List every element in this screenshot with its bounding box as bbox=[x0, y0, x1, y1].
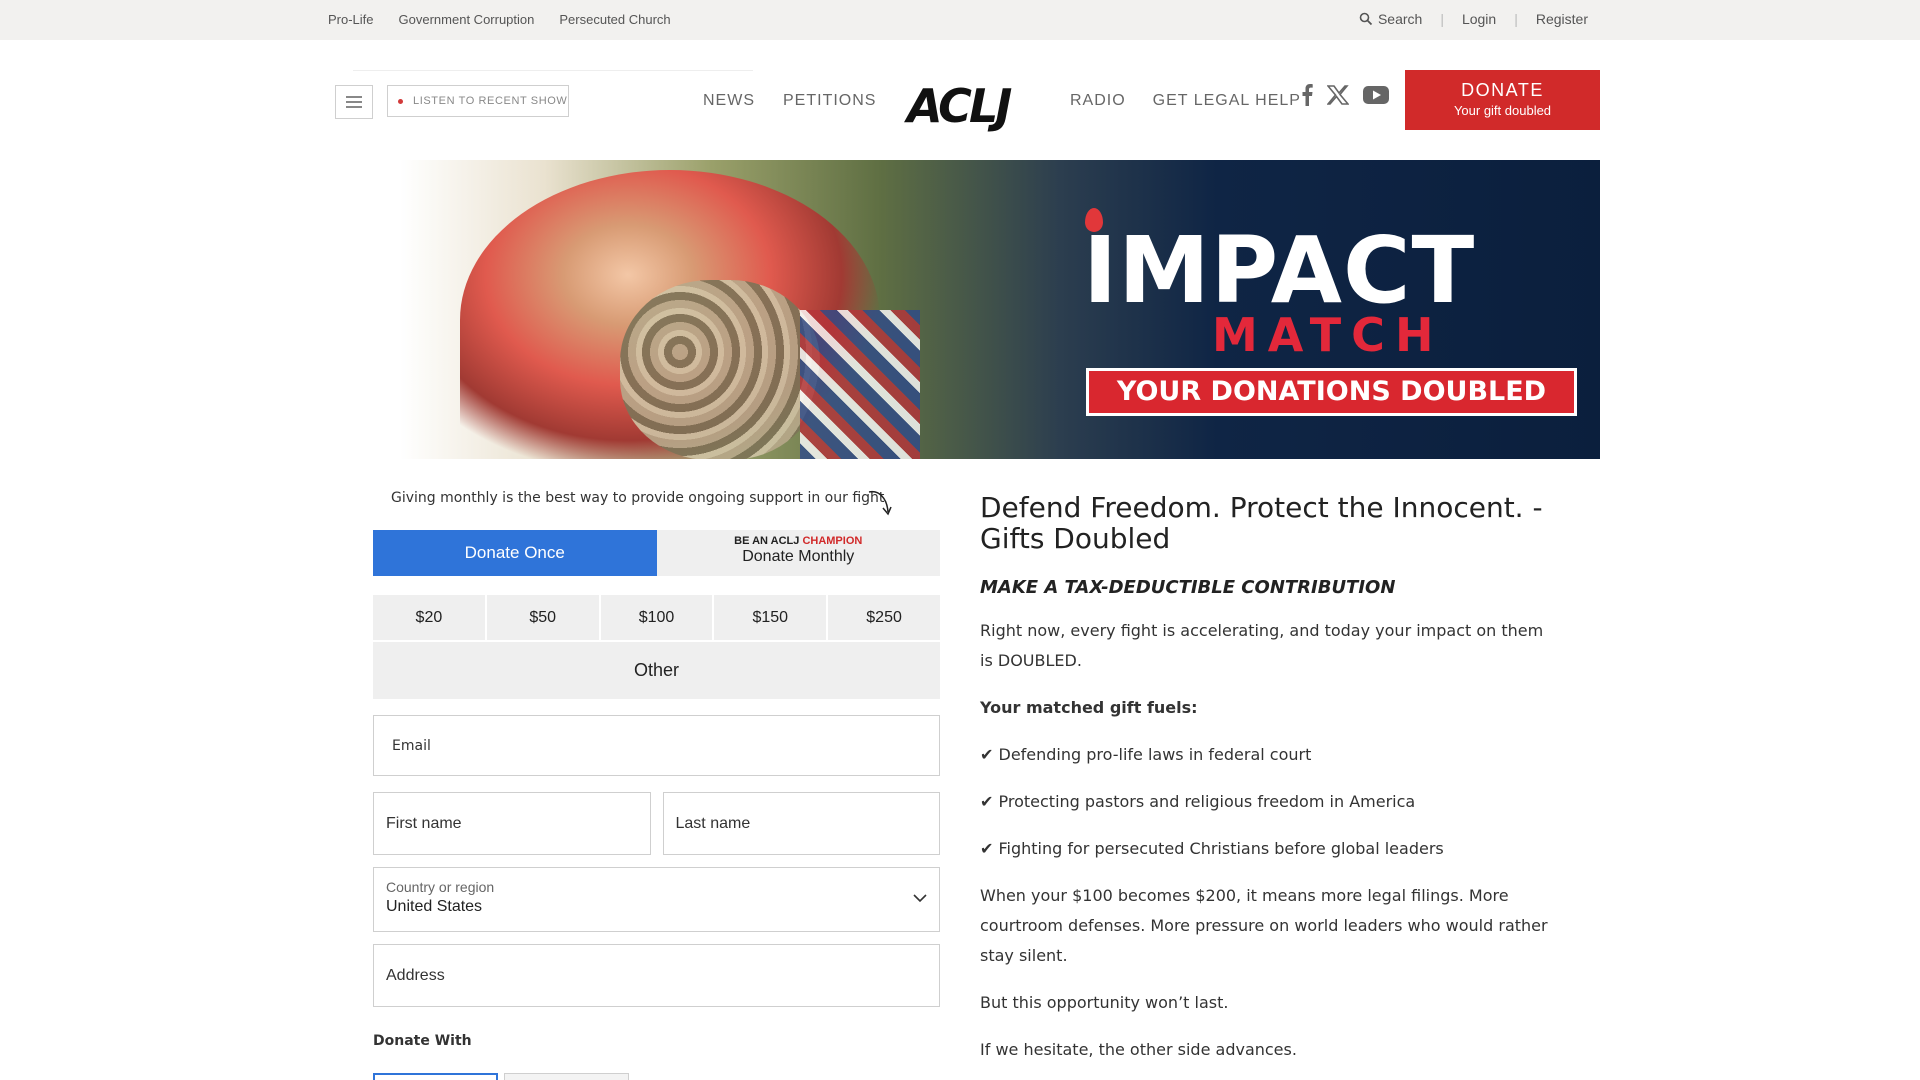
hero-doubled-banner: YOUR DONATIONS DOUBLED bbox=[1086, 368, 1577, 416]
menu-button[interactable] bbox=[335, 85, 373, 119]
utility-link-pro-life[interactable]: Pro-Life bbox=[328, 12, 374, 27]
payment-tab-other[interactable] bbox=[504, 1073, 629, 1080]
amount-50-button[interactable]: $50 bbox=[486, 595, 599, 640]
facebook-icon[interactable] bbox=[1301, 84, 1313, 106]
nav-get-legal-help[interactable]: GET LEGAL HELP bbox=[1153, 92, 1301, 110]
primary-nav-left: NEWS PETITIONS bbox=[703, 92, 876, 110]
amount-150-button[interactable]: $150 bbox=[714, 595, 827, 640]
utility-link-government-corruption[interactable]: Government Corruption bbox=[399, 12, 535, 27]
nav-radio[interactable]: RADIO bbox=[1070, 92, 1126, 110]
main-header: LISTEN TO RECENT SHOW NEWS PETITIONS ACL… bbox=[335, 70, 1600, 133]
donate-monthly-label: Donate Monthly bbox=[742, 548, 855, 565]
hero-title: IMPACT bbox=[1083, 217, 1476, 324]
bullet-item: ✔ Defending pro-life laws in federal cou… bbox=[980, 745, 1312, 764]
listen-recent-show-button[interactable]: LISTEN TO RECENT SHOW bbox=[387, 85, 569, 117]
page-title: Defend Freedom. Protect the Innocent. - … bbox=[980, 491, 1543, 555]
payment-method-tabs bbox=[373, 1073, 629, 1080]
donate-button-label: DONATE bbox=[1461, 80, 1544, 100]
tax-deductible-subheading: MAKE A TAX-DEDUCTIBLE CONTRIBUTION bbox=[980, 577, 1396, 598]
search-icon bbox=[1359, 12, 1373, 26]
name-fields: First name Last name bbox=[373, 792, 940, 855]
donation-form: Giving monthly is the best way to provid… bbox=[373, 490, 940, 1080]
donate-button-sub: Your gift doubled bbox=[1453, 103, 1552, 118]
login-link[interactable]: Login bbox=[1462, 11, 1496, 27]
search-link[interactable]: Search bbox=[1359, 11, 1422, 27]
intro-paragraph: Right now, every fight is accelerating, … bbox=[980, 621, 1544, 670]
chevron-down-icon bbox=[913, 894, 927, 903]
hero-photo-flag bbox=[800, 310, 920, 459]
hero-photo-soldier bbox=[620, 280, 820, 459]
bullet-item: ✔ Protecting pastors and religious freed… bbox=[980, 792, 1416, 811]
donate-monthly-tab[interactable]: BE AN ACLJ CHAMPION Donate Monthly bbox=[656, 530, 941, 576]
header-divider bbox=[353, 70, 753, 71]
nav-news[interactable]: NEWS bbox=[703, 92, 755, 110]
divider: | bbox=[1514, 11, 1518, 27]
giving-note-text: Giving monthly is the best way to provid… bbox=[391, 490, 885, 506]
primary-nav-right: RADIO GET LEGAL HELP bbox=[1070, 92, 1301, 110]
giving-monthly-note: Giving monthly is the best way to provid… bbox=[373, 490, 940, 530]
nav-petitions[interactable]: PETITIONS bbox=[783, 92, 876, 110]
x-icon[interactable] bbox=[1327, 85, 1349, 105]
first-name-field[interactable]: First name bbox=[373, 792, 651, 855]
champion-kicker: BE AN ACLJ CHAMPION bbox=[657, 535, 941, 547]
search-label: Search bbox=[1377, 11, 1423, 27]
last-name-field[interactable]: Last name bbox=[662, 792, 940, 855]
impact-paragraph: When your $100 becomes $200, it means mo… bbox=[980, 886, 1548, 965]
register-link[interactable]: Register bbox=[1536, 11, 1588, 27]
curved-arrow-icon bbox=[868, 490, 892, 516]
payment-tab-card[interactable] bbox=[373, 1073, 498, 1080]
live-dot-icon bbox=[398, 98, 403, 104]
utility-links: Pro-Life Government Corruption Persecute… bbox=[328, 12, 671, 27]
email-field[interactable]: Email bbox=[373, 715, 940, 776]
amount-20-button[interactable]: $20 bbox=[373, 595, 485, 640]
champion-accent: CHAMPION bbox=[802, 535, 863, 547]
frequency-toggle: Donate Once BE AN ACLJ CHAMPION Donate M… bbox=[373, 530, 940, 576]
amount-100-button[interactable]: $100 bbox=[600, 595, 713, 640]
utility-link-persecuted-church[interactable]: Persecuted Church bbox=[559, 12, 670, 27]
amount-options: $20 $50 $100 $150 $250 bbox=[373, 595, 940, 640]
utility-bar: Pro-Life Government Corruption Persecute… bbox=[0, 0, 1920, 40]
aclj-logo[interactable]: ACLJ bbox=[907, 79, 1012, 133]
donate-with-label: Donate With bbox=[373, 1033, 472, 1049]
country-label: Country or region bbox=[386, 879, 495, 895]
closing-paragraph: If we hesitate, the other side advances. bbox=[980, 1040, 1297, 1059]
champion-kicker-text: BE AN ACLJ bbox=[734, 535, 800, 547]
youtube-icon[interactable] bbox=[1363, 85, 1389, 105]
social-links bbox=[1301, 84, 1389, 106]
country-select[interactable]: Country or region United States bbox=[373, 867, 940, 932]
country-value: United States bbox=[386, 898, 483, 915]
urgency-paragraph: But this opportunity won’t last. bbox=[980, 993, 1229, 1012]
utility-account: Search | Login | Register bbox=[1359, 11, 1588, 27]
divider: | bbox=[1440, 11, 1444, 27]
appeal-content: Defend Freedom. Protect the Innocent. - … bbox=[980, 492, 1550, 1065]
matched-gift-heading: Your matched gift fuels: bbox=[980, 698, 1198, 717]
donate-once-tab[interactable]: Donate Once bbox=[373, 530, 657, 576]
amount-other-button[interactable]: Other bbox=[373, 642, 940, 699]
hamburger-icon bbox=[346, 96, 362, 108]
listen-label: LISTEN TO RECENT SHOW bbox=[413, 95, 568, 107]
donate-button[interactable]: DONATE Your gift doubled bbox=[1405, 70, 1600, 130]
bullet-item: ✔ Fighting for persecuted Christians bef… bbox=[980, 839, 1444, 858]
hero-banner: IMPACT MATCH YOUR DONATIONS DOUBLED bbox=[400, 160, 1600, 459]
amount-250-button[interactable]: $250 bbox=[828, 595, 940, 640]
hero-subtitle: MATCH bbox=[1212, 308, 1444, 362]
address-field[interactable]: Address bbox=[373, 944, 940, 1007]
